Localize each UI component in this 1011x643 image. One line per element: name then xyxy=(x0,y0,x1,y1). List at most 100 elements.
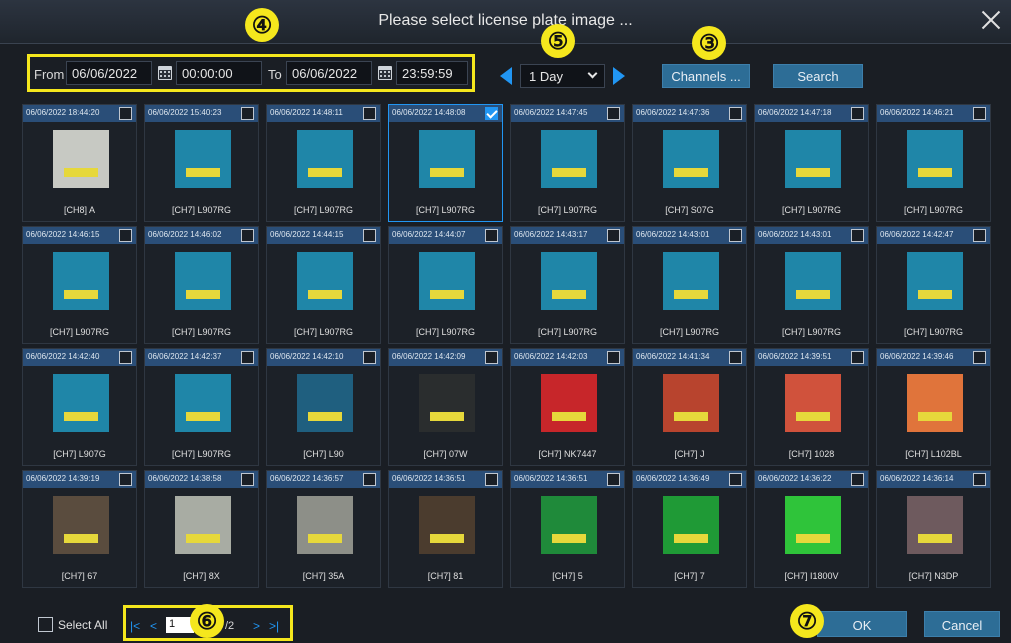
plate-region xyxy=(796,534,830,543)
card-checkbox[interactable] xyxy=(607,351,620,364)
card-checkbox[interactable] xyxy=(485,351,498,364)
plate-thumbnail-image xyxy=(785,374,841,432)
card-checkbox[interactable] xyxy=(729,351,742,364)
card-checkbox[interactable] xyxy=(973,107,986,120)
thumbnail-card[interactable]: 06/06/2022 14:36:51 [CH7] 5 xyxy=(510,470,625,588)
plate-thumbnail-image xyxy=(53,496,109,554)
thumbnail-card[interactable]: 06/06/2022 14:36:51 [CH7] 81 xyxy=(388,470,503,588)
thumbnail-card[interactable]: 06/06/2022 14:42:47 [CH7] L907RG xyxy=(876,226,991,344)
thumbnail-card[interactable]: 06/06/2022 14:43:17 [CH7] L907RG xyxy=(510,226,625,344)
search-button[interactable]: Search xyxy=(773,64,863,88)
thumbnail-card[interactable]: 06/06/2022 14:39:46 [CH7] L102BL xyxy=(876,348,991,466)
thumbnail-card[interactable]: 06/06/2022 14:42:03 [CH7] NK7447 xyxy=(510,348,625,466)
card-checkbox[interactable] xyxy=(119,473,132,486)
thumbnail-card[interactable]: 06/06/2022 14:36:14 [CH7] N3DP xyxy=(876,470,991,588)
card-checkbox[interactable] xyxy=(973,473,986,486)
thumbnail-card[interactable]: 06/06/2022 14:43:01 [CH7] L907RG xyxy=(754,226,869,344)
card-checkbox[interactable] xyxy=(851,229,864,242)
card-checkbox[interactable] xyxy=(241,107,254,120)
plate-thumbnail-image xyxy=(907,130,963,188)
card-plate-label: [CH7] L907G xyxy=(53,449,106,459)
from-time-field[interactable]: 00:00:00 xyxy=(176,61,262,85)
next-page-icon[interactable]: > xyxy=(253,619,260,633)
plate-region xyxy=(796,412,830,421)
thumbnail-card[interactable]: 06/06/2022 14:36:49 [CH7] 7 xyxy=(632,470,747,588)
range-select[interactable]: 1 Day xyxy=(520,64,605,88)
card-checkbox[interactable] xyxy=(363,473,376,486)
thumbnail-card[interactable]: 06/06/2022 14:44:15 [CH7] L907RG xyxy=(266,226,381,344)
card-checkbox[interactable] xyxy=(119,351,132,364)
card-checkbox[interactable] xyxy=(485,229,498,242)
from-calendar-icon[interactable] xyxy=(158,66,172,80)
card-checkbox[interactable] xyxy=(729,107,742,120)
thumbnail-card[interactable]: 06/06/2022 14:42:10 [CH7] L90 xyxy=(266,348,381,466)
close-icon[interactable] xyxy=(979,8,1003,32)
card-checkbox[interactable] xyxy=(241,351,254,364)
cancel-button[interactable]: Cancel xyxy=(924,611,1000,637)
thumbnail-card[interactable]: 06/06/2022 14:36:57 [CH7] 35A xyxy=(266,470,381,588)
ok-button[interactable]: OK xyxy=(817,611,907,637)
thumbnail-card[interactable]: 06/06/2022 14:39:51 [CH7] 1028 xyxy=(754,348,869,466)
prev-page-icon[interactable]: < xyxy=(150,619,157,633)
thumbnail-card[interactable]: 06/06/2022 14:48:11 [CH7] L907RG xyxy=(266,104,381,222)
card-checkbox[interactable] xyxy=(485,107,498,120)
thumbnail-card[interactable]: 06/06/2022 18:44:20 [CH8] A xyxy=(22,104,137,222)
first-page-icon[interactable]: |< xyxy=(130,619,140,633)
thumbnail-card[interactable]: 06/06/2022 14:36:22 [CH7] I1800V xyxy=(754,470,869,588)
thumbnail-card[interactable]: 06/06/2022 14:46:21 [CH7] L907RG xyxy=(876,104,991,222)
card-plate-label: [CH7] L90 xyxy=(303,449,344,459)
card-checkbox[interactable] xyxy=(851,351,864,364)
channels-button[interactable]: Channels ... xyxy=(662,64,750,88)
card-checkbox[interactable] xyxy=(363,229,376,242)
card-checkbox[interactable] xyxy=(851,473,864,486)
card-plate-label: [CH7] L907RG xyxy=(293,205,354,215)
thumbnail-card[interactable]: 06/06/2022 14:46:15 [CH7] L907RG xyxy=(22,226,137,344)
thumbnail-card[interactable]: 06/06/2022 14:41:34 [CH7] J xyxy=(632,348,747,466)
thumbnail-card[interactable]: 06/06/2022 14:48:08 [CH7] L907RG xyxy=(388,104,503,222)
thumbnail-card[interactable]: 06/06/2022 14:42:09 [CH7] 07W xyxy=(388,348,503,466)
select-all-checkbox[interactable] xyxy=(38,617,53,632)
card-checkbox[interactable] xyxy=(363,351,376,364)
plate-region xyxy=(552,290,586,299)
card-checkbox[interactable] xyxy=(119,229,132,242)
thumbnail-card[interactable]: 06/06/2022 14:43:01 [CH7] L907RG xyxy=(632,226,747,344)
plate-region xyxy=(674,412,708,421)
plate-region xyxy=(918,168,952,177)
card-checkbox[interactable] xyxy=(973,351,986,364)
plate-region xyxy=(430,168,464,177)
annotation-badge-7: ⑦ xyxy=(790,604,824,638)
thumbnail-card[interactable]: 06/06/2022 14:47:18 [CH7] L907RG xyxy=(754,104,869,222)
card-checkbox[interactable] xyxy=(607,473,620,486)
from-date-field[interactable]: 06/06/2022 xyxy=(66,61,152,85)
to-date-field[interactable]: 06/06/2022 xyxy=(286,61,372,85)
card-checkbox[interactable] xyxy=(973,229,986,242)
plate-region xyxy=(186,168,220,177)
thumbnail-card[interactable]: 06/06/2022 15:40:23 [CH7] L907RG xyxy=(144,104,259,222)
plate-region xyxy=(308,290,342,299)
card-checkbox[interactable] xyxy=(241,229,254,242)
thumbnail-card[interactable]: 06/06/2022 14:38:58 [CH7] 8X xyxy=(144,470,259,588)
next-range-arrow-icon[interactable] xyxy=(613,67,625,85)
card-checkbox[interactable] xyxy=(363,107,376,120)
to-calendar-icon[interactable] xyxy=(378,66,392,80)
to-time-field[interactable]: 23:59:59 xyxy=(396,61,468,85)
thumbnail-card[interactable]: 06/06/2022 14:39:19 [CH7] 67 xyxy=(22,470,137,588)
card-checkbox[interactable] xyxy=(729,229,742,242)
card-checkbox[interactable] xyxy=(729,473,742,486)
thumbnail-card[interactable]: 06/06/2022 14:47:36 [CH7] S07G xyxy=(632,104,747,222)
last-page-icon[interactable]: >| xyxy=(269,619,279,633)
card-checkbox[interactable] xyxy=(851,107,864,120)
card-checkbox[interactable] xyxy=(485,473,498,486)
plate-thumbnail-image xyxy=(297,130,353,188)
thumbnail-card[interactable]: 06/06/2022 14:44:07 [CH7] L907RG xyxy=(388,226,503,344)
thumbnail-card[interactable]: 06/06/2022 14:46:02 [CH7] L907RG xyxy=(144,226,259,344)
card-checkbox[interactable] xyxy=(119,107,132,120)
card-checkbox[interactable] xyxy=(607,229,620,242)
card-checkbox[interactable] xyxy=(241,473,254,486)
card-checkbox[interactable] xyxy=(607,107,620,120)
thumbnail-card[interactable]: 06/06/2022 14:47:45 [CH7] L907RG xyxy=(510,104,625,222)
thumbnail-card[interactable]: 06/06/2022 14:42:40 [CH7] L907G xyxy=(22,348,137,466)
thumbnail-card[interactable]: 06/06/2022 14:42:37 [CH7] L907RG xyxy=(144,348,259,466)
prev-range-arrow-icon[interactable] xyxy=(500,67,512,85)
plate-region xyxy=(674,290,708,299)
